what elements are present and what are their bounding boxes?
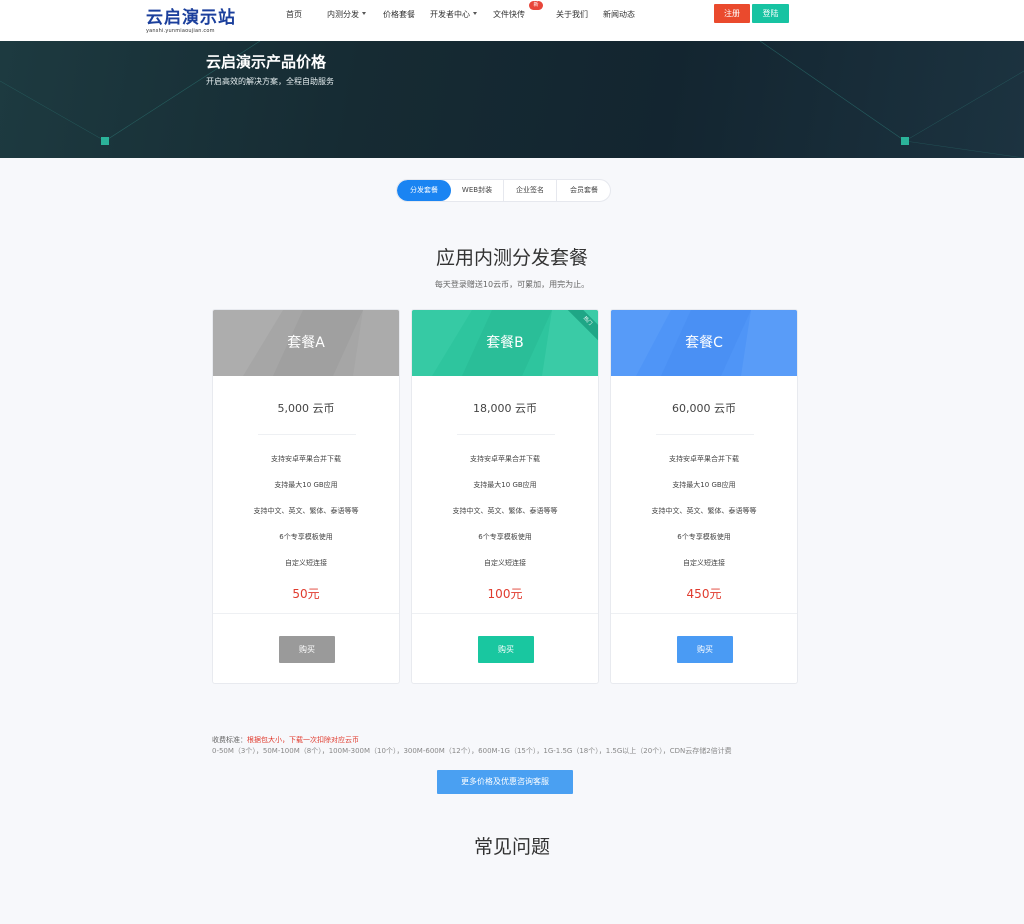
plan-name: 套餐A bbox=[287, 335, 325, 351]
chevron-down-icon bbox=[473, 12, 477, 15]
nav-developer[interactable]: 开发者中心 bbox=[430, 10, 477, 20]
plan-feature: 自定义短连接 bbox=[484, 559, 526, 567]
nav-about[interactable]: 关于我们 bbox=[556, 10, 588, 20]
banner-title: 云启演示产品价格 bbox=[206, 53, 327, 71]
plan-feature: 自定义短连接 bbox=[683, 559, 725, 567]
buy-button[interactable]: 购买 bbox=[478, 636, 534, 663]
category-tabs: 分发套餐 WEB封装 企业签名 会员套餐 bbox=[396, 179, 611, 202]
nav-news[interactable]: 新闻动态 bbox=[603, 10, 635, 20]
nav-label: 关于我们 bbox=[556, 10, 588, 19]
site-logo[interactable]: 云启演示站 yanshi.yunmiaoujian.com bbox=[146, 8, 236, 35]
divider bbox=[656, 434, 754, 435]
hero-banner: 云启演示产品价格 开启高效的解决方案，全程自助服务 bbox=[0, 41, 1024, 158]
plan-feature: 支持安卓苹果合并下载 bbox=[271, 455, 341, 463]
chevron-down-icon bbox=[362, 12, 366, 15]
consult-service-button[interactable]: 更多价格及优惠咨询客服 bbox=[437, 770, 573, 794]
buy-button[interactable]: 购买 bbox=[677, 636, 733, 663]
plan-feature: 支持最大10 GB应用 bbox=[672, 481, 736, 489]
plan-card-c: 套餐C 60,000 云币 支持安卓苹果合并下载 支持最大10 GB应用 支持中… bbox=[610, 309, 798, 684]
plan-feature: 6个专享模板使用 bbox=[279, 533, 333, 541]
nav-label: 价格套餐 bbox=[383, 10, 415, 19]
plan-feature: 支持安卓苹果合并下载 bbox=[470, 455, 540, 463]
logo-domain: yanshi.yunmiaoujian.com bbox=[146, 28, 215, 34]
divider bbox=[412, 613, 598, 614]
tab-distribution[interactable]: 分发套餐 bbox=[397, 180, 451, 201]
nav-label: 文件快传 bbox=[493, 10, 525, 19]
nav-label: 开发者中心 bbox=[430, 10, 470, 19]
plan-card-a: 套餐A 5,000 云币 支持安卓苹果合并下载 支持最大10 GB应用 支持中文… bbox=[212, 309, 400, 684]
register-button[interactable]: 注册 bbox=[714, 4, 750, 23]
plan-coins: 60,000 云币 bbox=[672, 402, 736, 415]
divider bbox=[258, 434, 356, 435]
plan-price: 50元 bbox=[292, 587, 320, 601]
plan-header: 套餐C bbox=[611, 310, 797, 376]
plan-feature: 6个专享模板使用 bbox=[677, 533, 731, 541]
nav-label: 内测分发 bbox=[327, 10, 359, 19]
faq-title: 常见问题 bbox=[473, 836, 550, 858]
plan-feature: 支持中文、英文、繁体、泰语等等 bbox=[651, 507, 757, 515]
fee-label: 收费标准： bbox=[212, 736, 247, 744]
plan-feature: 支持最大10 GB应用 bbox=[274, 481, 338, 489]
top-navbar: 云启演示站 yanshi.yunmiaoujian.com 首页 内测分发 价格… bbox=[0, 0, 1024, 41]
plan-card-b: 套餐B 热门 18,000 云币 支持安卓苹果合并下载 支持最大10 GB应用 … bbox=[411, 309, 599, 684]
banner-decoration bbox=[0, 41, 1024, 158]
nav-file-transfer[interactable]: 文件快传 bbox=[493, 10, 525, 20]
nav-distribution[interactable]: 内测分发 bbox=[327, 10, 366, 20]
plan-name: 套餐C bbox=[685, 335, 723, 351]
plan-price: 450元 bbox=[686, 587, 722, 601]
fee-highlight: 根据包大小，下载一次扣除对应云币 bbox=[247, 736, 359, 744]
fee-standard: 收费标准：根据包大小，下载一次扣除对应云币 bbox=[212, 735, 359, 745]
plan-feature: 支持中文、英文、繁体、泰语等等 bbox=[452, 507, 558, 515]
divider bbox=[457, 434, 555, 435]
nav-label: 新闻动态 bbox=[603, 10, 635, 19]
nav-pricing[interactable]: 价格套餐 bbox=[383, 10, 415, 20]
logo-text: 云启演示站 bbox=[146, 8, 236, 28]
divider bbox=[213, 613, 399, 614]
login-button[interactable]: 登陆 bbox=[752, 4, 789, 23]
buy-button[interactable]: 购买 bbox=[279, 636, 335, 663]
plan-header: 套餐A bbox=[213, 310, 399, 376]
tab-enterprise-sign[interactable]: 企业签名 bbox=[504, 180, 557, 201]
plan-feature: 支持安卓苹果合并下载 bbox=[669, 455, 739, 463]
plan-name: 套餐B bbox=[486, 335, 524, 351]
nav-label: 首页 bbox=[286, 10, 302, 19]
plan-coins: 18,000 云币 bbox=[473, 402, 537, 415]
divider bbox=[611, 613, 797, 614]
plan-price: 100元 bbox=[487, 587, 523, 601]
fee-tiers: 0-50M（3个），50M-100M（8个），100M-300M（10个），30… bbox=[212, 747, 732, 755]
nav-home[interactable]: 首页 bbox=[286, 10, 302, 20]
plan-header: 套餐B 热门 bbox=[412, 310, 598, 376]
banner-subtitle: 开启高效的解决方案，全程自助服务 bbox=[206, 77, 334, 86]
plan-feature: 6个专享模板使用 bbox=[478, 533, 532, 541]
tab-web-wrap[interactable]: WEB封装 bbox=[451, 180, 504, 201]
plan-feature: 支持中文、英文、繁体、泰语等等 bbox=[253, 507, 359, 515]
plan-coins: 5,000 云币 bbox=[277, 402, 335, 415]
new-badge: 新 bbox=[529, 1, 543, 10]
section-title: 应用内测分发套餐 bbox=[435, 247, 588, 269]
section-subtitle: 每天登录赠送10云币，可累加，用完为止。 bbox=[434, 280, 590, 289]
tab-membership[interactable]: 会员套餐 bbox=[557, 180, 610, 201]
plan-feature: 自定义短连接 bbox=[285, 559, 327, 567]
plan-feature: 支持最大10 GB应用 bbox=[473, 481, 537, 489]
